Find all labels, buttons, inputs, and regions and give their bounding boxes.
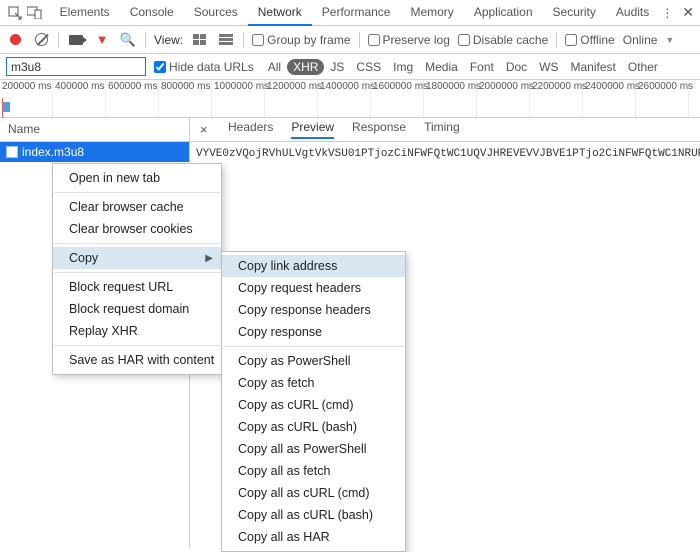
large-rows-icon[interactable] [191,31,209,49]
tab-security[interactable]: Security [543,0,606,26]
menu-item[interactable]: Copy all as cURL (bash) [222,504,405,526]
menu-item[interactable]: Block request domain [53,298,221,320]
clear-button[interactable] [32,31,50,49]
filter-type-ws[interactable]: WS [533,59,564,75]
filter-type-other[interactable]: Other [622,59,664,75]
filter-type-css[interactable]: CSS [350,59,387,75]
inspect-icon[interactable] [6,2,24,24]
offline-checkbox[interactable]: Offline [565,33,614,47]
submenu-arrow-icon: ▶ [205,253,213,264]
file-icon [6,146,18,158]
timeline-tick: 1000000 ms [212,80,265,117]
menu-item[interactable]: Copy response [222,321,405,343]
timeline-tick: 400000 ms [53,80,106,117]
filter-type-img[interactable]: Img [387,59,419,75]
network-toolbar: ▼ 🔍 View: Group by frame Preserve log Di… [0,26,700,54]
filter-type-font[interactable]: Font [464,59,500,75]
menu-item[interactable]: Save as HAR with content [53,349,221,371]
filter-input[interactable] [6,57,146,76]
close-icon[interactable]: ✕ [682,4,694,21]
menu-separator [54,243,220,244]
disable-cache-checkbox[interactable]: Disable cache [458,33,548,47]
search-icon[interactable]: 🔍 [119,31,137,49]
detail-tab-preview[interactable]: Preview [291,120,334,139]
preserve-log-checkbox[interactable]: Preserve log [368,33,450,47]
timeline-cursor [2,98,3,118]
tab-performance[interactable]: Performance [312,0,401,26]
menu-separator [54,272,220,273]
tab-application[interactable]: Application [464,0,543,26]
timeline-tick: 800000 ms [159,80,212,117]
tab-sources[interactable]: Sources [184,0,248,26]
menu-item[interactable]: Copy all as HAR [222,526,405,548]
timeline-tick: 1400000 ms [318,80,371,117]
timeline-overview[interactable]: 200000 ms400000 ms600000 ms800000 ms1000… [0,80,700,118]
filter-type-xhr[interactable]: XHR [287,59,324,75]
chevron-down-icon[interactable]: ▼ [665,35,674,45]
tab-console[interactable]: Console [120,0,184,26]
menu-item[interactable]: Copy as cURL (cmd) [222,394,405,416]
filter-bar: Hide data URLs AllXHRJSCSSImgMediaFontDo… [0,54,700,80]
menu-separator [223,346,404,347]
menu-item[interactable]: Copy as fetch [222,372,405,394]
menu-item[interactable]: Copy request headers [222,277,405,299]
tab-memory[interactable]: Memory [400,0,463,26]
timeline-tick: 2600000 ms [636,80,689,117]
detail-tab-timing[interactable]: Timing [424,120,460,139]
name-column-header[interactable]: Name [0,118,189,142]
menu-item[interactable]: Copy as cURL (bash) [222,416,405,438]
timeline-tick: 2000000 ms [477,80,530,117]
menu-item[interactable]: Copy all as PowerShell [222,438,405,460]
filter-type-media[interactable]: Media [419,59,464,75]
menu-item[interactable]: Clear browser cookies [53,218,221,240]
request-context-menu: Open in new tab Clear browser cacheClear … [52,163,222,375]
menu-item[interactable]: Copy link address [222,255,405,277]
tab-network[interactable]: Network [248,0,312,26]
view-label: View: [154,33,183,47]
menu-item[interactable]: Copy▶ [53,247,221,269]
kebab-icon[interactable]: ⋮ [661,6,674,20]
hide-data-urls-checkbox[interactable]: Hide data URLs [154,60,254,74]
filter-type-doc[interactable]: Doc [500,59,533,75]
copy-submenu: Copy link addressCopy request headersCop… [221,251,406,552]
menu-separator [54,345,220,346]
menu-item[interactable]: Clear browser cache [53,196,221,218]
devtools-tabbar: ElementsConsoleSourcesNetworkPerformance… [0,0,700,26]
request-row[interactable]: index.m3u8 [0,142,189,162]
menu-item[interactable]: Replay XHR [53,320,221,342]
filter-type-js[interactable]: JS [324,59,350,75]
timeline-tick: 2200000 ms [530,80,583,117]
timeline-tick: 1600000 ms [371,80,424,117]
detail-tabs: × Headers Preview Response Timing [190,118,700,142]
timeline-tick: 1800000 ms [424,80,477,117]
filter-icon[interactable]: ▼ [93,31,111,49]
screenshot-button[interactable] [67,31,85,49]
record-button[interactable] [6,31,24,49]
menu-item[interactable]: Copy as PowerShell [222,350,405,372]
filter-type-manifest[interactable]: Manifest [565,59,622,75]
menu-item[interactable]: Open in new tab [53,167,221,189]
menu-item[interactable]: Copy all as cURL (cmd) [222,482,405,504]
filter-type-all[interactable]: All [262,59,287,75]
request-name: index.m3u8 [22,145,84,159]
menu-item[interactable]: Block request URL [53,276,221,298]
close-detail-icon[interactable]: × [200,122,214,137]
detail-tab-response[interactable]: Response [352,120,406,139]
menu-separator [54,192,220,193]
timeline-request-bar [2,102,10,112]
timeline-tick: 600000 ms [106,80,159,117]
tab-audits[interactable]: Audits [606,0,659,26]
throttling-select[interactable]: Online [623,33,658,47]
timeline-tick: 1200000 ms [265,80,318,117]
menu-item[interactable]: Copy all as fetch [222,460,405,482]
tab-elements[interactable]: Elements [50,0,120,26]
waterfall-icon[interactable] [217,31,235,49]
device-toggle-icon[interactable] [26,2,44,24]
menu-item[interactable]: Copy response headers [222,299,405,321]
detail-tab-headers[interactable]: Headers [228,120,273,139]
group-by-frame-checkbox[interactable]: Group by frame [252,33,350,47]
timeline-tick: 2400000 ms [583,80,636,117]
